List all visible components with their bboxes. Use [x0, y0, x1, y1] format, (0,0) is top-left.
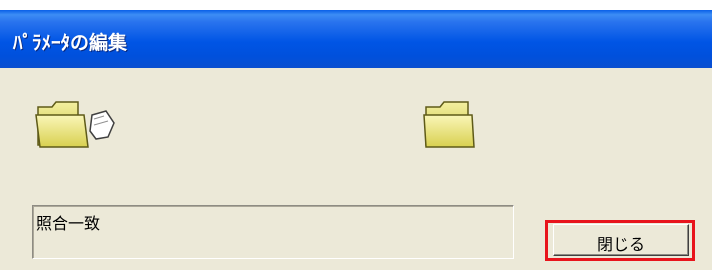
folder-with-document-icon: [34, 97, 120, 155]
folder-icon: [420, 97, 476, 153]
status-panel-inner: [33, 206, 513, 258]
title-bar[interactable]: ﾊﾟﾗﾒｰﾀの編集: [0, 10, 712, 68]
status-panel: 照合一致: [32, 205, 514, 259]
close-button[interactable]: 閉じる: [553, 224, 689, 256]
window-title: ﾊﾟﾗﾒｰﾀの編集: [13, 32, 128, 54]
close-button-label: 閉じる: [596, 235, 645, 254]
dialog-window: ﾊﾟﾗﾒｰﾀの編集 照合一致 閉じる: [0, 10, 712, 270]
status-text: 照合一致: [36, 214, 101, 233]
